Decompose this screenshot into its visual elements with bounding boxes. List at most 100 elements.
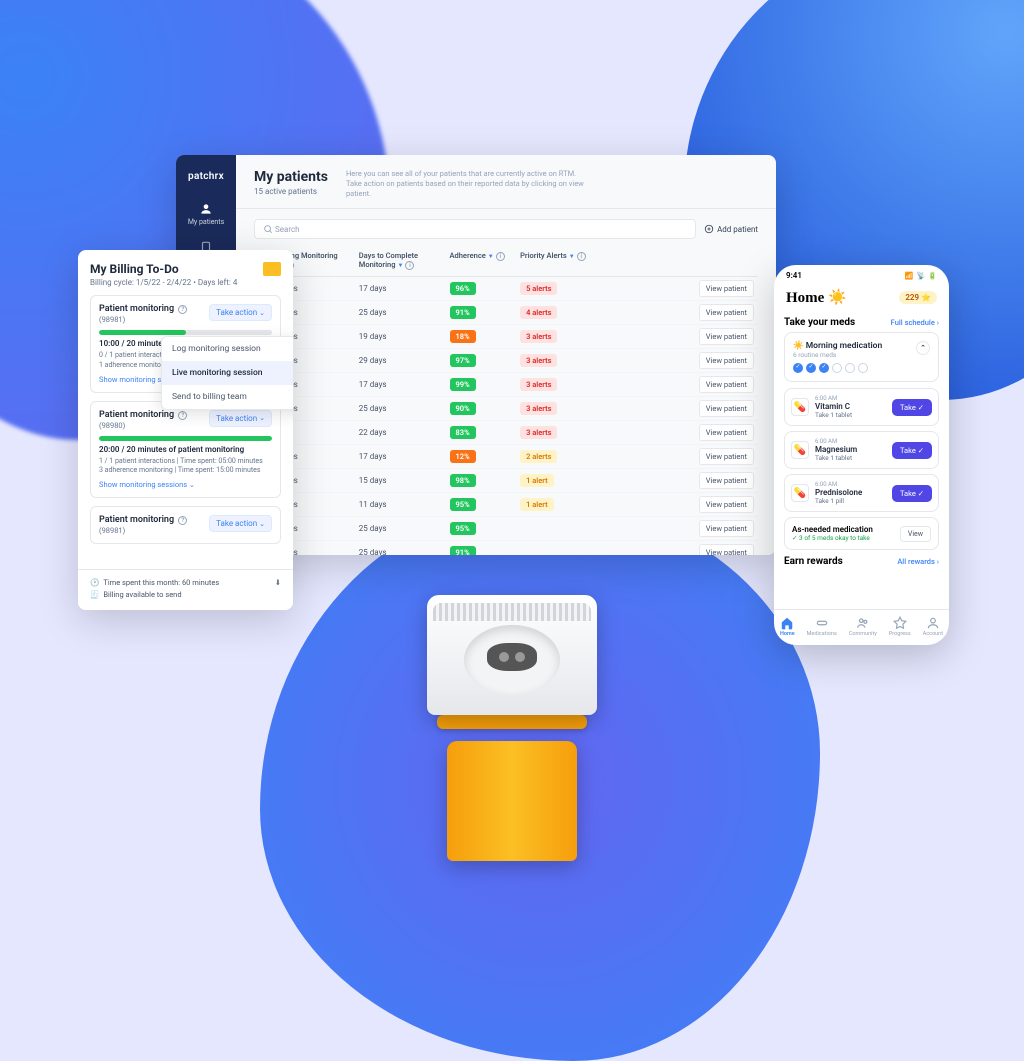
view-patient-button[interactable]: View patient [699,280,754,297]
info-icon[interactable]: i [577,252,586,261]
billing-cycle: Billing cycle: 1/5/22 - 2/4/22 • Days le… [90,278,281,287]
status-time: 9:41 [786,271,802,280]
adherence-badge: 12% [450,450,476,463]
table-row: 12 minutes 19 days 18% 3 alerts View pat… [254,325,758,349]
tab-progress[interactable]: Progress [889,616,911,637]
search-input[interactable]: Search [254,219,696,239]
alert-badge: 3 alerts [520,426,557,439]
view-patient-button[interactable]: View patient [699,424,754,441]
take-action-button[interactable]: Take action⌄ [209,304,272,321]
take-action-button[interactable]: Take action⌄ [209,515,272,532]
view-patient-button[interactable]: View patient [699,448,754,465]
signal-icon: 📶 [905,272,914,280]
sidebar-item-patients[interactable]: My patients [188,202,224,226]
envelope-icon[interactable] [263,262,281,276]
adherence-badge: 83% [450,426,476,439]
full-schedule-link[interactable]: Full schedule › [891,318,939,327]
adherence-badge: 91% [450,306,476,319]
col-alerts[interactable]: Priority Alerts [520,251,567,260]
take-action-button[interactable]: Take action⌄ [209,410,272,427]
pill-icon: 💊 [791,441,809,459]
info-icon[interactable]: ? [178,516,187,525]
adherence-badge: 95% [450,522,476,535]
medication-item: 💊 6:00 AM Vitamin C Take 1 tablet Take ✓ [784,388,939,426]
download-icon[interactable]: ⬇ [275,578,281,587]
medication-item: 💊 6:00 AM Prednisolone Take 1 pill Take … [784,474,939,512]
table-row: 19 minutes 17 days 12% 2 alerts View pat… [254,445,758,469]
page-title: My patients [254,169,328,185]
dropdown-log-session[interactable]: Log monitoring session [162,337,293,361]
table-row: 19 minutes 17 days 99% 3 alerts View pat… [254,373,758,397]
tab-community[interactable]: Community [849,616,877,637]
table-row: 19 minutes 25 days 91% View patient [254,541,758,555]
adherence-badge: 18% [450,330,476,343]
page-description: Here you can see all of your patients th… [346,169,586,198]
take-meds-title: Take your meds [784,317,855,328]
table-row: 19 minutes 25 days 90% 3 alerts View pat… [254,397,758,421]
chevron-up-icon[interactable]: ⌃ [916,341,930,355]
user-icon [199,202,213,216]
adherence-badge: 98% [450,474,476,487]
info-icon[interactable]: i [496,252,505,261]
sun-icon: ☀️ [828,290,847,306]
alert-badge: 5 alerts [520,282,557,295]
tab-medications[interactable]: Medications [807,616,837,637]
alert-badge: 3 alerts [520,402,557,415]
add-patient-button[interactable]: Add patient [704,224,758,234]
view-patient-button[interactable]: View patient [699,304,754,321]
show-sessions-link[interactable]: Show monitoring sessions ⌄ [99,480,272,489]
billing-card: Patient monitoring ? (98981) Take action… [90,506,281,544]
dropdown-live-session[interactable]: Live monitoring session [162,361,293,385]
home-icon [780,616,794,630]
info-icon[interactable]: ? [178,411,187,420]
star-icon [893,616,907,630]
view-patient-button[interactable]: View patient [699,520,754,537]
col-adherence[interactable]: Adherence [450,251,486,260]
take-med-button[interactable]: Take ✓ [892,399,932,416]
billing-card: Patient monitoring ? (98981) Take action… [90,295,281,393]
billing-title: My Billing To-Do [90,262,281,276]
alert-badge: 3 alerts [520,330,557,343]
table-header: Outstanding Monitoring Time▼i Days to Co… [254,245,758,277]
wifi-icon: 📡 [917,272,926,280]
status-bar: 9:41 📶📡🔋 [774,265,949,282]
search-icon [263,224,273,234]
dashboard-header: My patients 15 active patients Here you … [236,155,776,209]
alert-badge: 4 alerts [520,306,557,319]
table-row: 3 minutes 22 days 83% 3 alerts View pati… [254,421,758,445]
adherence-badge: 97% [450,354,476,367]
adherence-badge: 95% [450,498,476,511]
dropdown-send-billing[interactable]: Send to billing team [162,385,293,409]
tab-account[interactable]: Account [923,616,943,637]
as-needed-card: As-needed medication ✓ 3 of 5 meds okay … [784,517,939,550]
billing-card: Patient monitoring ? (98980) Take action… [90,401,281,499]
view-patient-button[interactable]: View patient [699,472,754,489]
alert-badge: 3 alerts [520,378,557,391]
info-icon[interactable]: ? [178,305,187,314]
adherence-badge: 99% [450,378,476,391]
take-med-button[interactable]: Take ✓ [892,442,932,459]
take-med-button[interactable]: Take ✓ [892,485,932,502]
view-patient-button[interactable]: View patient [699,328,754,345]
billing-footer: 🕑Time spent this month: 60 minutes 🧾Bill… [78,569,293,610]
view-patient-button[interactable]: View patient [699,352,754,369]
billing-panel: My Billing To-Do Billing cycle: 1/5/22 -… [78,250,293,610]
alert-badge: 2 alerts [520,450,557,463]
tab-home[interactable]: Home [780,616,795,637]
adherence-badge: 96% [450,282,476,295]
plus-circle-icon [704,224,714,234]
view-patient-button[interactable]: View patient [699,400,754,417]
view-patient-button[interactable]: View patient [699,376,754,393]
brand-logo: patchrx [188,165,224,188]
view-as-needed-button[interactable]: View [900,526,931,542]
med-progress-dots [793,363,882,373]
view-patient-button[interactable]: View patient [699,496,754,513]
medication-item: 💊 6:00 AM Magnesium Take 1 tablet Take ✓ [784,431,939,469]
view-patient-button[interactable]: View patient [699,544,754,555]
info-icon[interactable]: i [405,261,414,270]
all-rewards-link[interactable]: All rewards › [897,557,939,566]
morning-med-group: ☀️ Morning medication 6 routine meds ⌃ [784,332,939,382]
clock-icon: 🕑 [90,578,99,587]
take-action-dropdown: Log monitoring session Live monitoring s… [161,336,293,410]
points-badge[interactable]: 229 ⭐ [899,291,937,304]
